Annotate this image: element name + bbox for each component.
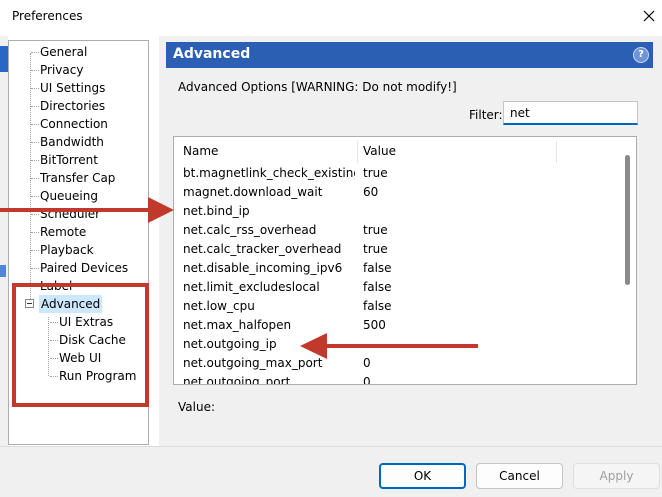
close-button[interactable] bbox=[636, 2, 662, 30]
tree-item-transfer-cap[interactable]: Transfer Cap bbox=[31, 169, 115, 187]
tree-item-directories[interactable]: Directories bbox=[31, 97, 105, 115]
filter-label: Filter: bbox=[469, 108, 503, 122]
table-row[interactable]: net.outgoing_ip bbox=[174, 335, 619, 354]
tree-item-web-ui[interactable]: Web UI bbox=[50, 349, 101, 367]
tree-item-privacy[interactable]: Privacy bbox=[31, 61, 83, 79]
tree-item-ui-extras[interactable]: UI Extras bbox=[50, 313, 113, 331]
advanced-options-list[interactable]: Name Value bt.magnetlink_check_existing_… bbox=[173, 136, 637, 385]
tree-item-run-program[interactable]: Run Program bbox=[50, 367, 136, 385]
table-row[interactable]: net.calc_rss_overhead true bbox=[174, 221, 619, 240]
tree-item-ui-settings[interactable]: UI Settings bbox=[31, 79, 105, 97]
tree-item-label[interactable]: Label bbox=[31, 277, 72, 295]
tree-item-advanced[interactable]: Advanced bbox=[39, 295, 103, 313]
background-window-accent bbox=[0, 265, 6, 277]
window-title: Preferences bbox=[12, 9, 83, 23]
ok-button[interactable]: OK bbox=[379, 463, 466, 489]
tree-item-queueing[interactable]: Queueing bbox=[31, 187, 98, 205]
tree-item-remote[interactable]: Remote bbox=[31, 223, 86, 241]
table-row[interactable]: net.limit_excludeslocal false bbox=[174, 278, 619, 297]
list-scrollbar[interactable] bbox=[625, 155, 630, 285]
column-header-name[interactable]: Name bbox=[183, 144, 218, 158]
help-icon[interactable]: ? bbox=[633, 47, 649, 63]
table-row[interactable]: magnet.download_wait 60 bbox=[174, 183, 619, 202]
tree-item-bittorrent[interactable]: BitTorrent bbox=[31, 151, 98, 169]
tree-item-connection[interactable]: Connection bbox=[31, 115, 108, 133]
table-row[interactable]: bt.magnetlink_check_existing_...true bbox=[174, 164, 619, 183]
title-bar: Preferences bbox=[0, 0, 662, 36]
advanced-options-label: Advanced Options [WARNING: Do not modify… bbox=[178, 80, 457, 94]
table-row[interactable]: net.bind_ip bbox=[174, 202, 619, 221]
tree-item-scheduler[interactable]: Scheduler bbox=[31, 205, 100, 223]
panel-title: Advanced bbox=[173, 46, 251, 62]
panel-header: Advanced ? bbox=[166, 42, 653, 68]
column-header-value[interactable]: Value bbox=[363, 144, 396, 158]
background-window-strip bbox=[0, 36, 8, 496]
table-row[interactable]: net.outgoing_port 0 bbox=[174, 373, 619, 384]
tree-item-general[interactable]: General bbox=[31, 43, 87, 61]
table-row[interactable]: net.calc_tracker_overhead true bbox=[174, 240, 619, 259]
tree-item-disk-cache[interactable]: Disk Cache bbox=[50, 331, 126, 349]
apply-button[interactable]: Apply bbox=[573, 463, 660, 489]
cancel-button[interactable]: Cancel bbox=[476, 463, 563, 489]
tree-guide-line bbox=[48, 317, 49, 376]
column-separator[interactable] bbox=[357, 141, 358, 163]
table-row[interactable]: net.outgoing_max_port 0 bbox=[174, 354, 619, 373]
close-icon bbox=[643, 10, 655, 22]
filter-input[interactable] bbox=[503, 101, 638, 125]
tree-collapse-toggle[interactable] bbox=[25, 299, 34, 308]
table-row[interactable]: net.disable_incoming_ipv6 false bbox=[174, 259, 619, 278]
table-row[interactable]: net.low_cpu false bbox=[174, 297, 619, 316]
background-window-accent bbox=[0, 46, 8, 72]
tree-item-paired-devices[interactable]: Paired Devices bbox=[31, 259, 128, 277]
column-separator[interactable] bbox=[556, 141, 557, 163]
tree-item-bandwidth[interactable]: Bandwidth bbox=[31, 133, 104, 151]
table-row[interactable]: net.max_halfopen 500 bbox=[174, 316, 619, 335]
tree-item-playback[interactable]: Playback bbox=[31, 241, 94, 259]
category-tree[interactable]: General Privacy UI Settings Directories … bbox=[8, 40, 149, 445]
value-label: Value: bbox=[178, 400, 215, 414]
